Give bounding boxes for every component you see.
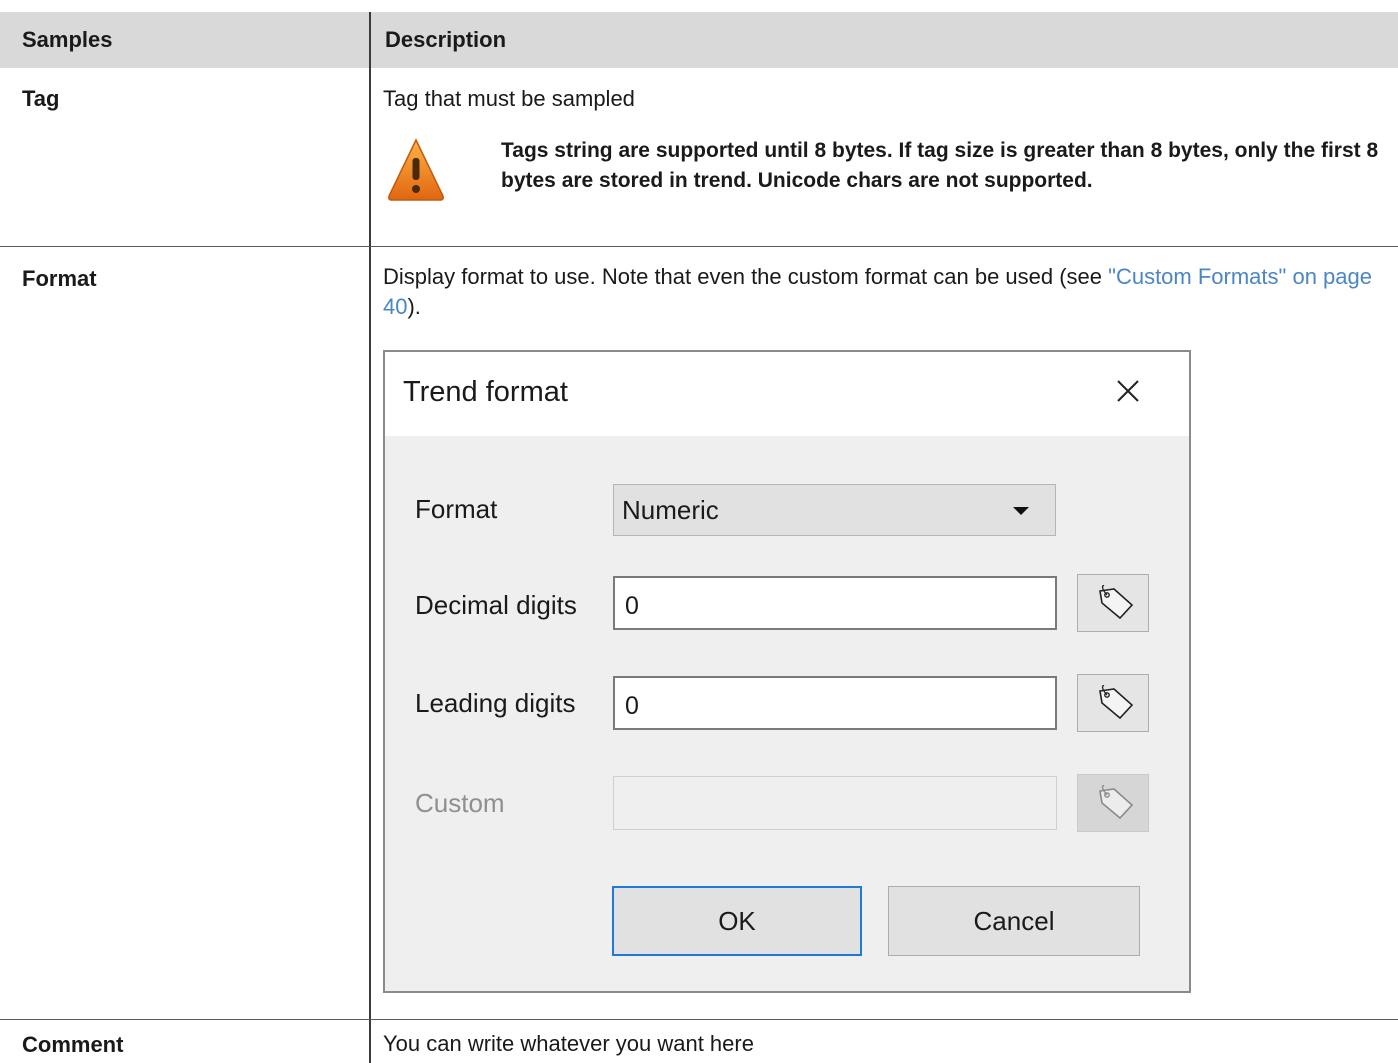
decimal-digits-label: Decimal digits <box>415 590 577 620</box>
row-divider <box>0 1019 1398 1020</box>
dialog-title: Trend format <box>403 376 568 408</box>
format-description-suffix: ). <box>407 294 421 319</box>
trend-format-dialog: Trend format Format Numeric Decimal digi… <box>383 350 1191 993</box>
leading-digits-tag-button[interactable] <box>1077 674 1149 732</box>
header-samples: Samples <box>22 27 113 52</box>
row-description-comment: You can write whatever you want here <box>383 1031 754 1056</box>
header-description: Description <box>385 27 507 52</box>
leading-digits-input[interactable]: 0 <box>613 676 1057 730</box>
warning-note: Tags string are supported until 8 bytes.… <box>501 139 1379 192</box>
row-description-tag: Tag that must be sampled <box>383 86 635 111</box>
custom-input[interactable] <box>613 776 1057 830</box>
format-select-value: Numeric <box>622 495 719 525</box>
format-description-prefix: Display format to use. Note that even th… <box>383 264 1109 289</box>
format-select[interactable]: Numeric <box>613 484 1056 536</box>
chevron-down-icon <box>1013 507 1029 515</box>
row-label-format: Format <box>22 266 97 291</box>
warning-icon <box>388 138 444 201</box>
row-label-tag: Tag <box>22 86 60 111</box>
leading-digits-value: 0 <box>625 692 639 720</box>
row-description-format: Display format to use. Note that even th… <box>383 262 1373 322</box>
row-label-comment: Comment <box>22 1032 124 1057</box>
leading-digits-label: Leading digits <box>415 688 576 718</box>
tag-icon <box>1099 685 1134 720</box>
custom-tag-button[interactable] <box>1077 774 1149 832</box>
decimal-digits-value: 0 <box>625 592 639 620</box>
close-icon[interactable] <box>1105 368 1151 414</box>
decimal-digits-tag-button[interactable] <box>1077 574 1149 632</box>
column-divider <box>369 12 371 1063</box>
format-label: Format <box>415 494 498 524</box>
ok-button[interactable]: OK <box>612 886 862 956</box>
cancel-button[interactable]: Cancel <box>888 886 1140 956</box>
table-header: Samples Description <box>0 12 1398 68</box>
decimal-digits-input[interactable]: 0 <box>613 576 1057 630</box>
tag-icon <box>1099 585 1134 620</box>
custom-label: Custom <box>415 788 505 818</box>
tag-icon <box>1099 785 1134 820</box>
dialog-title-bar: Trend format <box>385 352 1189 436</box>
row-divider <box>0 246 1398 247</box>
